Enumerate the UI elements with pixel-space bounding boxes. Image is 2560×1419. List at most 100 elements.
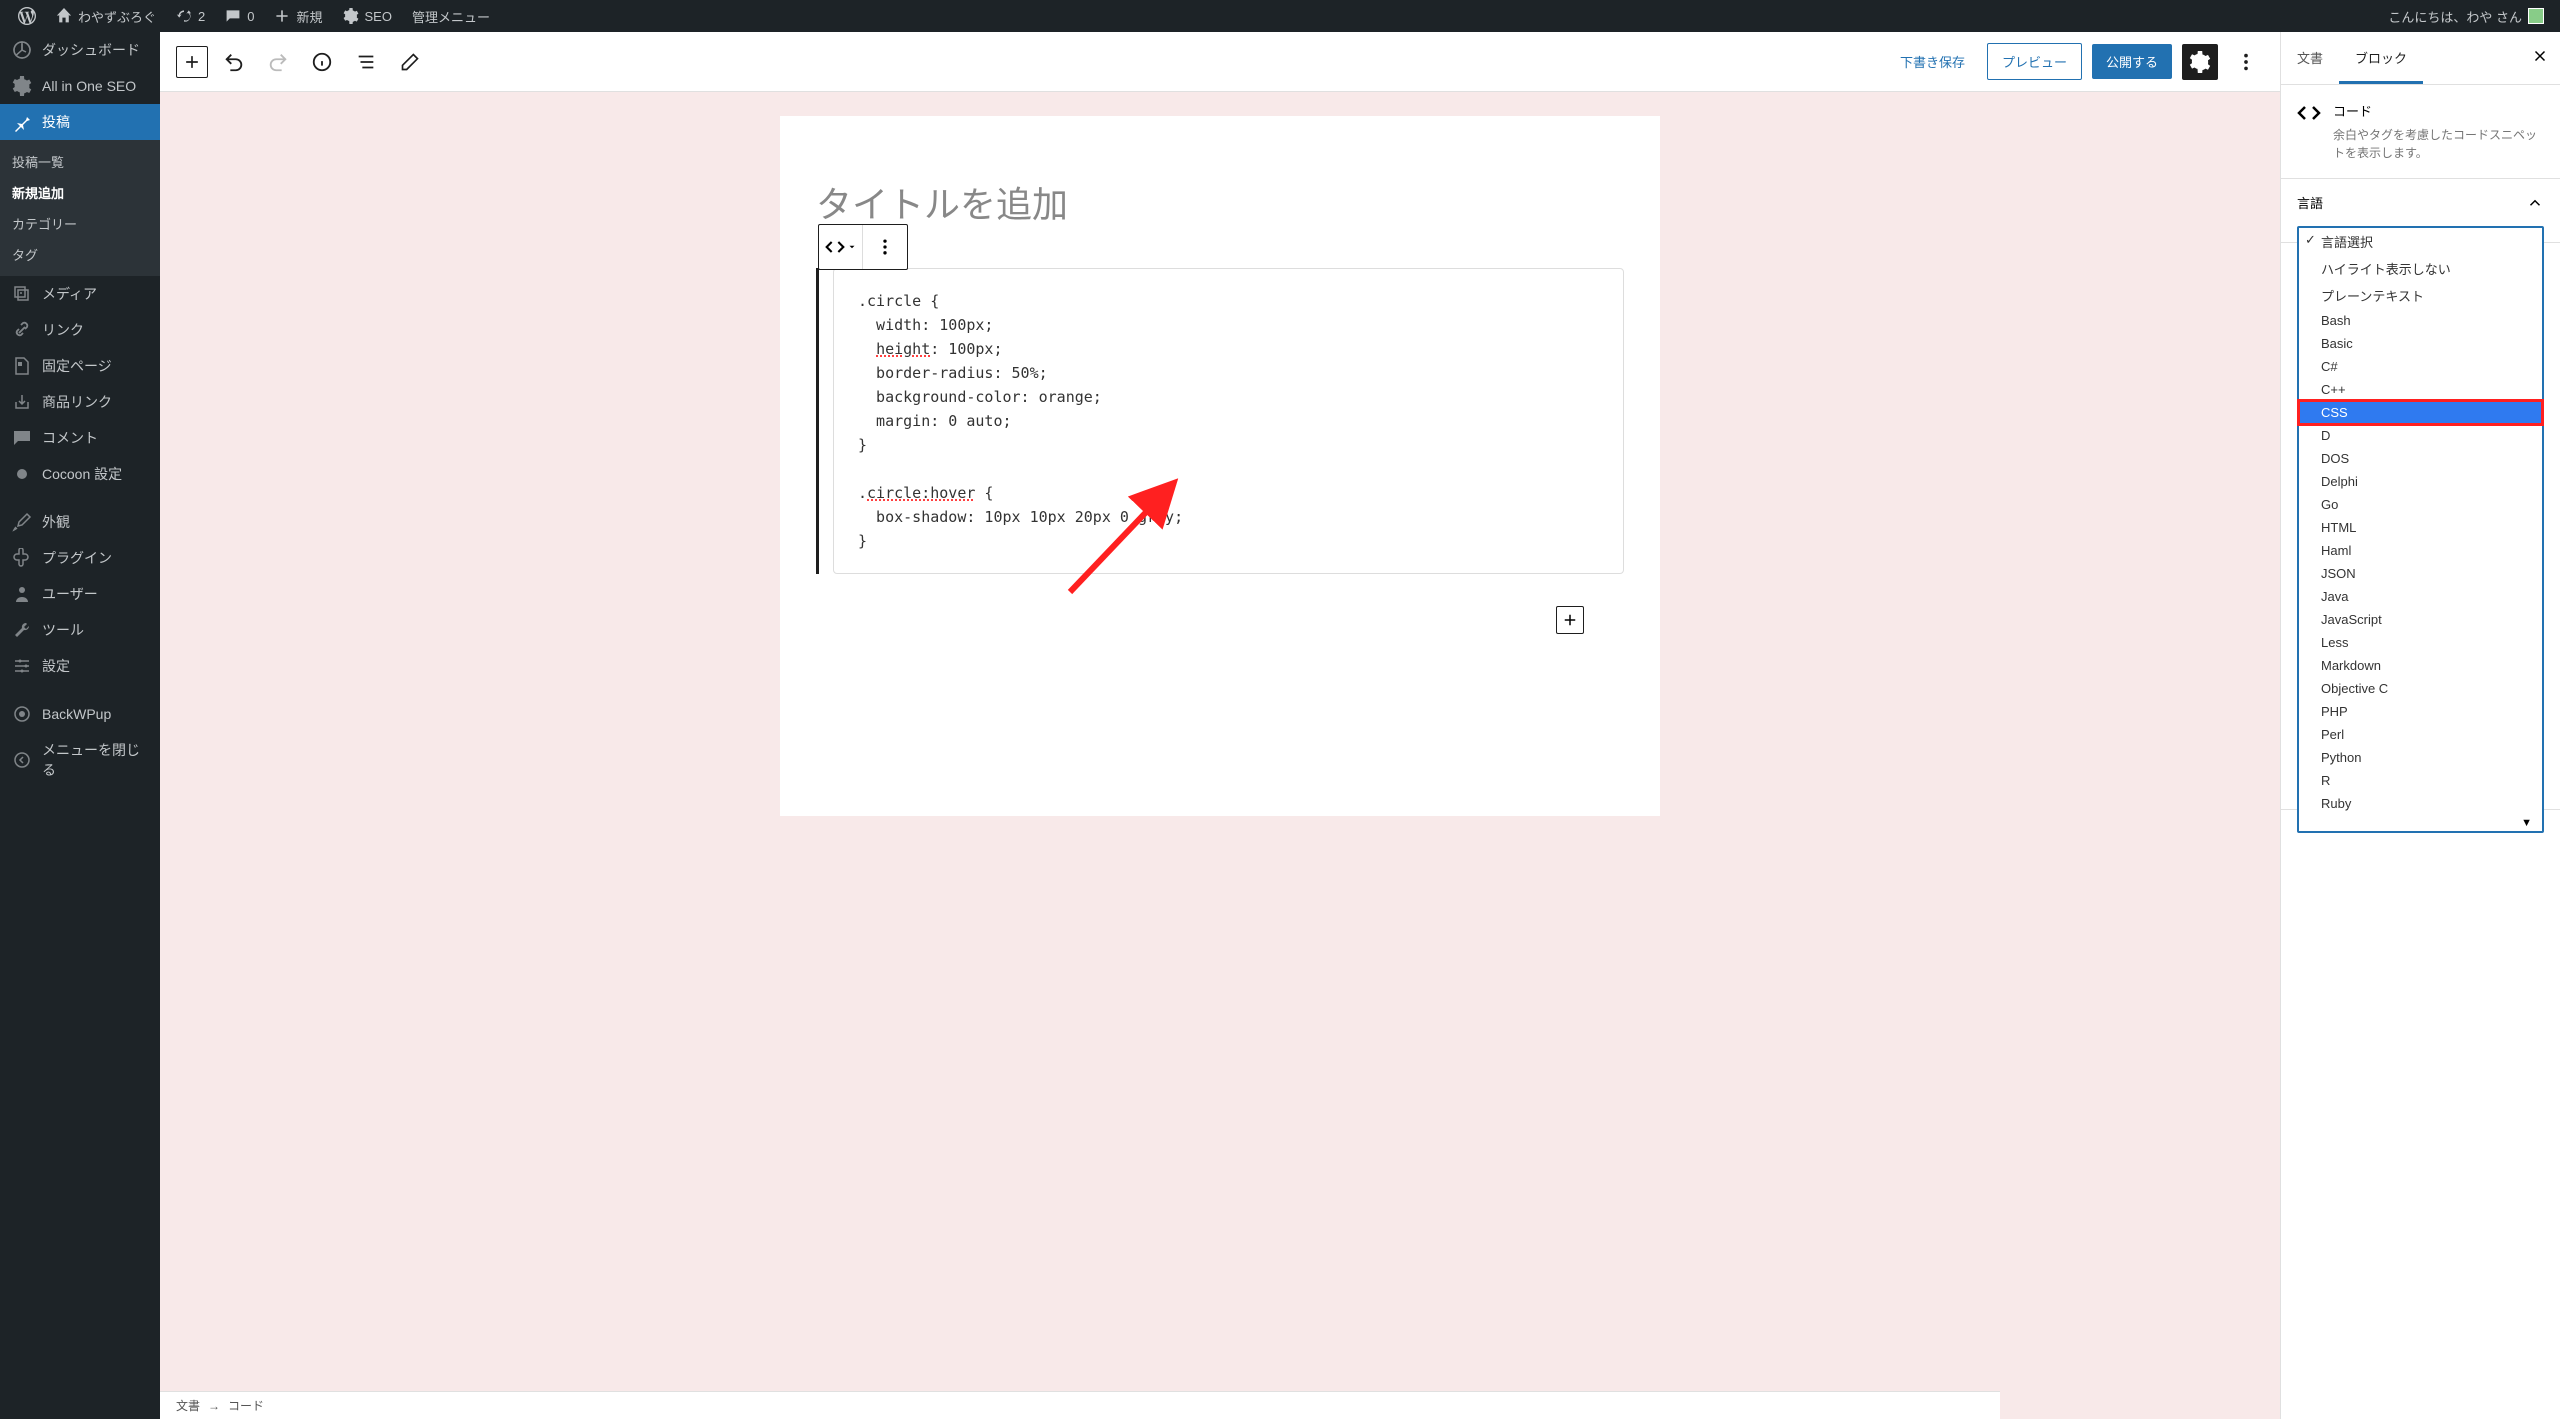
sidebar-item-plugins[interactable]: プラグイン (0, 540, 160, 576)
language-option[interactable]: Delphi (2299, 470, 2542, 493)
language-option[interactable]: Python (2299, 746, 2542, 769)
seo-menu[interactable]: SEO (333, 0, 402, 32)
sidebar-sub-posts-new[interactable]: 新規追加 (0, 177, 160, 208)
sliders-icon (12, 656, 32, 676)
language-option[interactable]: Perl (2299, 723, 2542, 746)
tab-block[interactable]: ブロック (2339, 32, 2423, 84)
sidebar-item-dashboard[interactable]: ダッシュボード (0, 32, 160, 68)
redo-button[interactable] (260, 44, 296, 80)
sidebar-item-pages[interactable]: 固定ページ (0, 348, 160, 384)
admin-sidebar: ダッシュボード All in One SEO 投稿 投稿一覧 新規追加 カテゴリ… (0, 32, 160, 1419)
admin-bar-left: わやずぶろぐ 2 0 新規 SEO 管理メニュー (8, 0, 500, 32)
preview-button[interactable]: プレビュー (1987, 43, 2082, 80)
manage-menu[interactable]: 管理メニュー (402, 0, 500, 32)
publish-button[interactable]: 公開する (2092, 44, 2172, 79)
panel-close-button[interactable] (2528, 44, 2552, 68)
language-option[interactable]: Less (2299, 631, 2542, 654)
tab-document[interactable]: 文書 (2281, 32, 2339, 84)
greeting-label: こんにちは、わや さん (2388, 7, 2522, 26)
language-option[interactable]: Java (2299, 585, 2542, 608)
editor: 下書き保存 プレビュー 公開する タイトルを追加 (160, 32, 2280, 1419)
sidebar-item-links[interactable]: リンク (0, 312, 160, 348)
language-option[interactable]: Bash (2299, 309, 2542, 332)
close-icon (2531, 47, 2549, 65)
sidebar-item-appearance[interactable]: 外観 (0, 504, 160, 540)
language-option[interactable]: Markdown (2299, 654, 2542, 677)
backwpup-icon (12, 704, 32, 724)
code-icon (825, 237, 845, 257)
sidebar-label: メディア (42, 284, 97, 304)
canvas[interactable]: タイトルを追加 .circle { width: 100px; height: … (780, 116, 1660, 816)
new-content[interactable]: 新規 (264, 0, 332, 32)
language-option[interactable]: JavaScript (2299, 608, 2542, 631)
undo-button[interactable] (216, 44, 252, 80)
sidebar-sub-posts-list[interactable]: 投稿一覧 (0, 146, 160, 177)
sidebar-item-cocoon[interactable]: Cocoon 設定 (0, 456, 160, 492)
block-more-button[interactable] (863, 225, 907, 269)
language-option[interactable]: R (2299, 769, 2542, 792)
sidebar-sub-posts-categories[interactable]: カテゴリー (0, 208, 160, 239)
code-block[interactable]: .circle { width: 100px; height: 100px; b… (833, 268, 1624, 574)
gear-icon (343, 8, 359, 24)
language-option[interactable]: Basic (2299, 332, 2542, 355)
updates-count: 2 (198, 9, 205, 24)
block-type-button[interactable] (819, 225, 863, 269)
sidebar-item-users[interactable]: ユーザー (0, 576, 160, 612)
plus-icon (1561, 611, 1579, 629)
save-draft-button[interactable]: 下書き保存 (1888, 44, 1977, 79)
panel-section-language: 言語 言語選択ハイライト表示しないプレーンテキストBashBasicC#C++C… (2281, 179, 2560, 243)
updates[interactable]: 2 (166, 0, 215, 32)
sidebar-item-tools[interactable]: ツール (0, 612, 160, 648)
sidebar-item-posts[interactable]: 投稿 (0, 104, 160, 140)
admin-bar-right[interactable]: こんにちは、わや さん (2388, 7, 2552, 26)
sidebar-item-collapse[interactable]: メニューを閉じる (0, 732, 160, 788)
language-dropdown[interactable]: 言語選択ハイライト表示しないプレーンテキストBashBasicC#C++CSSD… (2281, 226, 2560, 242)
sidebar-item-product-links[interactable]: 商品リンク (0, 384, 160, 420)
add-block-inline-button[interactable] (1556, 606, 1584, 634)
comments-count: 0 (247, 9, 254, 24)
post-title-input[interactable]: タイトルを追加 (816, 176, 1624, 228)
panel-section-header-language[interactable]: 言語 (2281, 179, 2560, 226)
settings-toggle-button[interactable] (2182, 44, 2218, 80)
language-option[interactable]: DOS (2299, 447, 2542, 470)
add-block-button[interactable] (176, 46, 208, 78)
language-option[interactable]: D (2299, 424, 2542, 447)
plus-icon (182, 52, 202, 72)
language-option[interactable]: C++ (2299, 378, 2542, 401)
language-option[interactable]: HTML (2299, 516, 2542, 539)
language-option[interactable]: Objective C (2299, 677, 2542, 700)
language-option[interactable]: PHP (2299, 700, 2542, 723)
sidebar-item-backwpup[interactable]: BackWPup (0, 696, 160, 732)
language-option[interactable]: CSS (2299, 401, 2542, 424)
language-option[interactable]: JSON (2299, 562, 2542, 585)
sidebar-item-media[interactable]: メディア (0, 276, 160, 312)
collapse-icon (12, 750, 32, 770)
sidebar-item-comments[interactable]: コメント (0, 420, 160, 456)
language-option[interactable]: C# (2299, 355, 2542, 378)
block-info-title: コード (2333, 101, 2544, 120)
more-menu-button[interactable] (2228, 44, 2264, 80)
language-option[interactable]: Haml (2299, 539, 2542, 562)
breadcrumb-item[interactable]: コード (228, 1397, 264, 1414)
sidebar-item-settings[interactable]: 設定 (0, 648, 160, 684)
outline-button[interactable] (348, 44, 384, 80)
wordpress-icon (18, 7, 36, 25)
language-option[interactable]: プレーンテキスト (2299, 282, 2542, 309)
gear-icon (2189, 51, 2211, 73)
sidebar-item-aioseo[interactable]: All in One SEO (0, 68, 160, 104)
breadcrumb-item[interactable]: 文書 (176, 1397, 200, 1414)
sidebar-label: プラグイン (42, 548, 112, 568)
edit-button[interactable] (392, 44, 428, 80)
language-option[interactable]: Ruby (2299, 792, 2542, 815)
dropdown-more-indicator: ▼ (2299, 815, 2542, 831)
canvas-wrap: タイトルを追加 .circle { width: 100px; height: … (160, 92, 2280, 1419)
language-option[interactable]: ハイライト表示しない (2299, 255, 2542, 282)
sidebar-sub-posts-tags[interactable]: タグ (0, 239, 160, 270)
block-info-desc: 余白やタグを考慮したコードスニペットを表示します。 (2333, 126, 2544, 162)
language-option[interactable]: Go (2299, 493, 2542, 516)
comments[interactable]: 0 (215, 0, 264, 32)
wp-logo[interactable] (8, 0, 46, 32)
site-home[interactable]: わやずぶろぐ (46, 0, 166, 32)
language-option[interactable]: 言語選択 (2299, 228, 2542, 255)
info-button[interactable] (304, 44, 340, 80)
